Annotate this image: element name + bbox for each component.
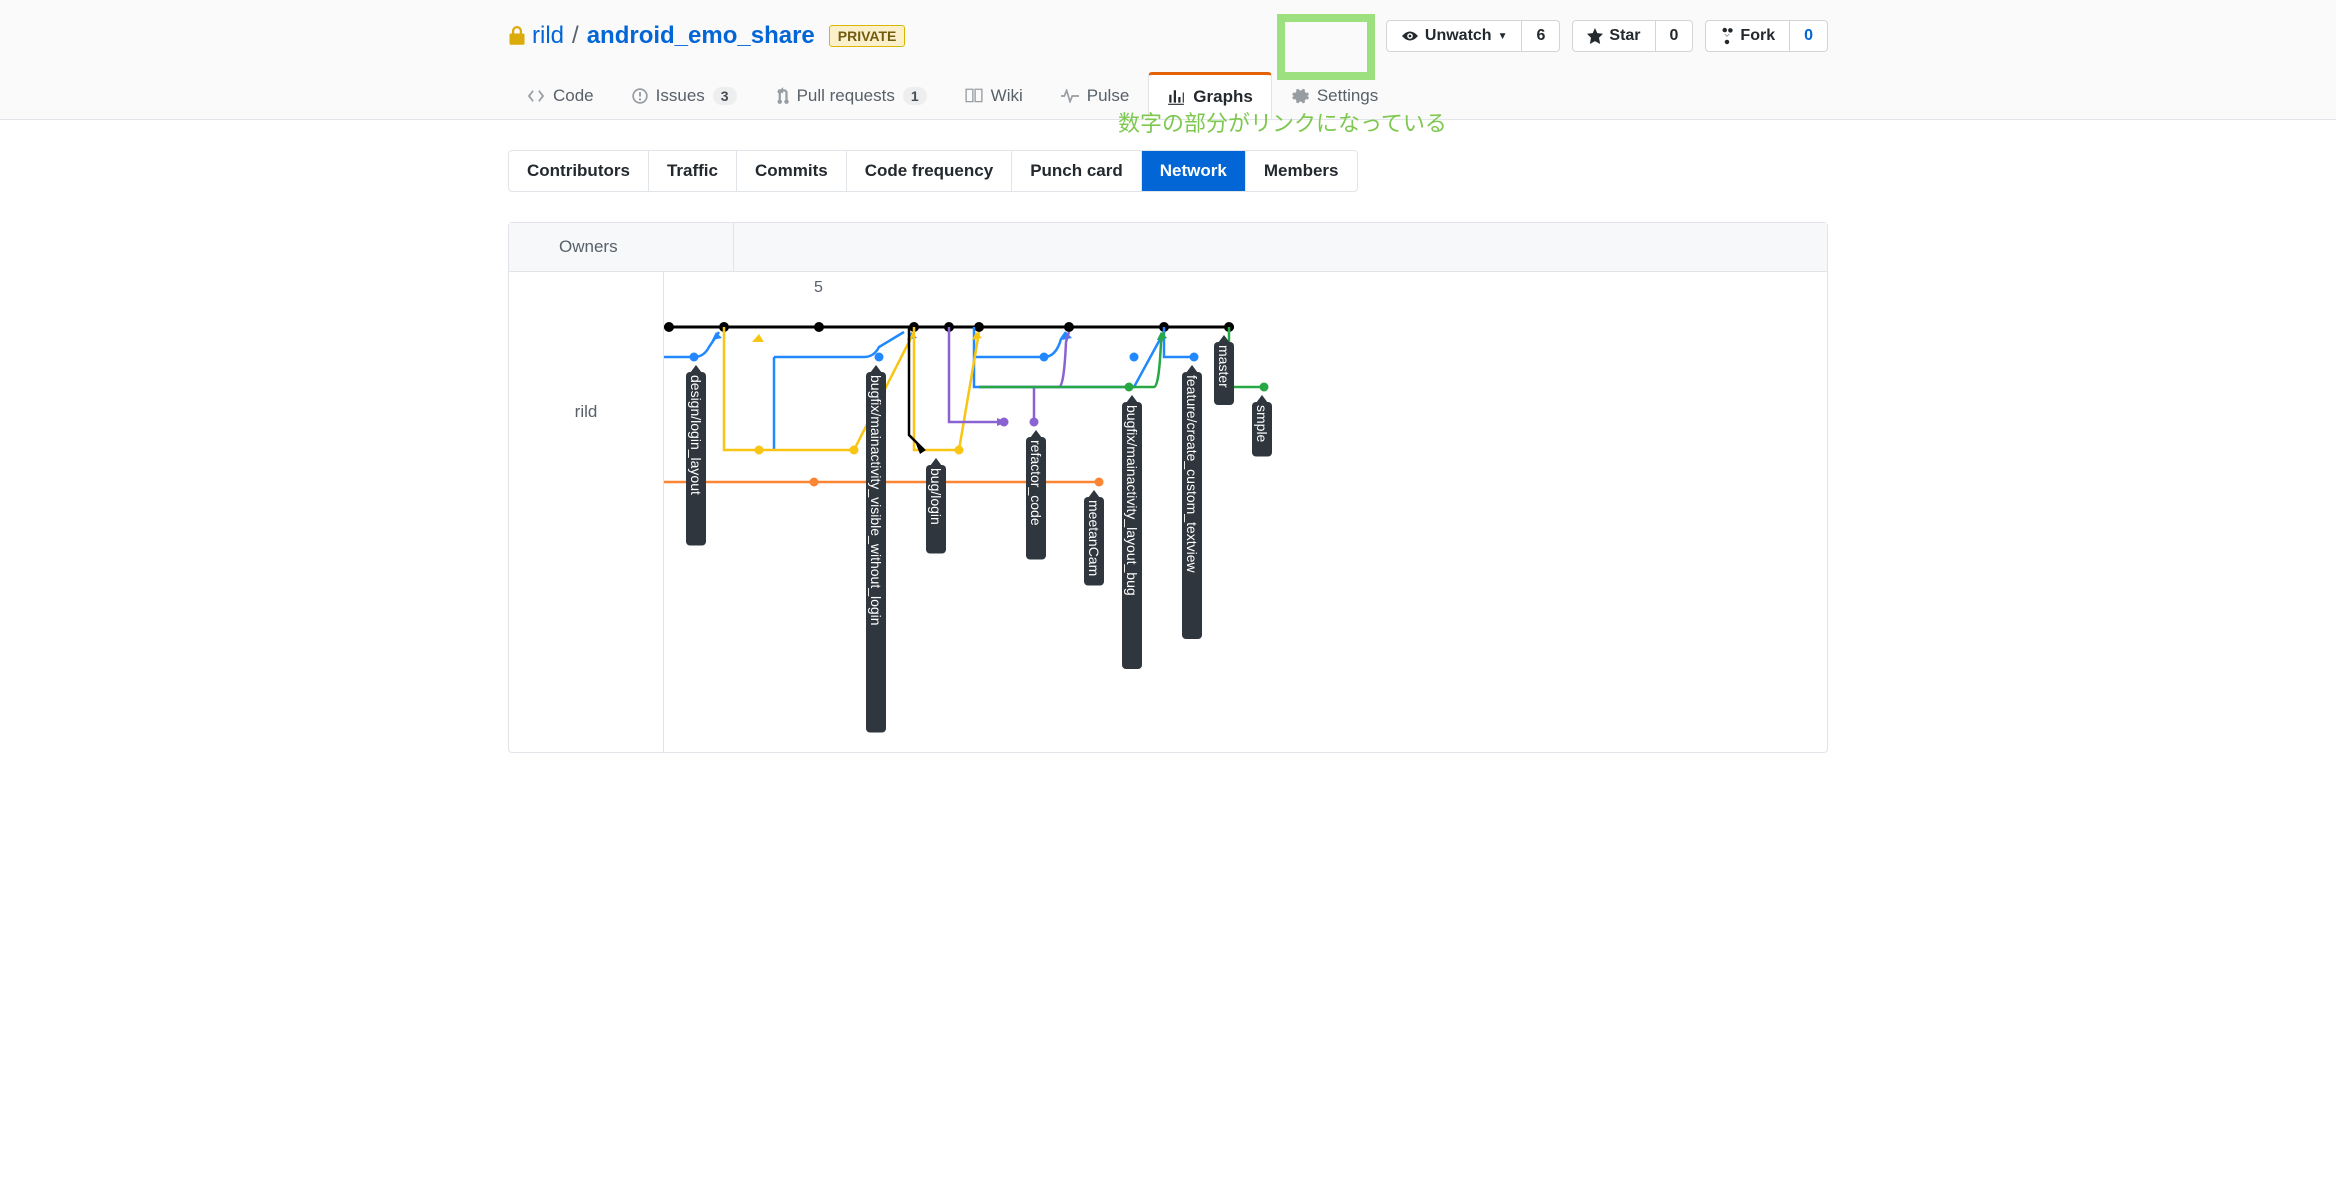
fork-label: Fork <box>1740 27 1775 45</box>
subnav-punchcard[interactable]: Punch card <box>1012 151 1142 191</box>
tab-code[interactable]: Code <box>508 72 613 119</box>
svg-text:bug/login: bug/login <box>928 468 944 525</box>
tab-wiki[interactable]: Wiki <box>946 72 1042 119</box>
unwatch-button[interactable]: Unwatch ▼ <box>1386 20 1523 52</box>
tab-pulls-label: Pull requests <box>797 86 895 106</box>
annotation-text: 数字の部分がリンクになっている <box>1118 106 1447 138</box>
unwatch-label: Unwatch <box>1425 27 1492 45</box>
svg-text:master: master <box>1216 345 1232 388</box>
watch-count[interactable]: 6 <box>1522 20 1560 52</box>
repo-actions: Unwatch ▼ 6 Star 0 Fork <box>1386 20 1828 52</box>
graph-icon <box>1167 88 1185 106</box>
fork-button[interactable]: Fork <box>1705 20 1790 52</box>
repo-name-link[interactable]: android_emo_share <box>587 22 815 50</box>
tab-settings-label: Settings <box>1317 86 1378 106</box>
owner-name: rild <box>575 402 598 421</box>
panel-header: Owners <box>509 223 1827 272</box>
eye-icon <box>1401 29 1419 43</box>
pulls-count: 1 <box>903 87 927 105</box>
pr-icon <box>775 87 789 105</box>
privacy-badge: PRIVATE <box>829 25 906 47</box>
svg-text:design/login_layout: design/login_layout <box>688 375 704 495</box>
svg-text:bugfix/mainactivity_layout_bug: bugfix/mainactivity_layout_bug <box>1124 405 1140 596</box>
owners-header-label: Owners <box>559 237 618 256</box>
book-icon <box>965 88 983 104</box>
tab-pulse-label: Pulse <box>1087 86 1130 106</box>
star-count[interactable]: 0 <box>1656 20 1694 52</box>
tab-pulls[interactable]: Pull requests 1 <box>756 72 946 119</box>
repo-owner-link[interactable]: rild <box>532 22 564 50</box>
repo-title: rild / android_emo_share PRIVATE <box>508 22 905 50</box>
subnav-members[interactable]: Members <box>1246 151 1357 191</box>
code-icon <box>527 89 545 103</box>
subnav-commits[interactable]: Commits <box>737 151 847 191</box>
star-icon <box>1587 28 1603 44</box>
pulse-icon <box>1061 89 1079 103</box>
repo-separator: / <box>572 22 579 50</box>
network-panel: Owners rild 5 design/login_layout bugfix/m… <box>508 222 1828 753</box>
subnav-network[interactable]: Network <box>1142 151 1246 191</box>
svg-text:smple: smple <box>1254 405 1270 443</box>
tab-code-label: Code <box>553 86 594 106</box>
subnav-contributors[interactable]: Contributors <box>509 151 649 191</box>
lock-icon <box>508 26 526 46</box>
graphs-subnav: Contributors Traffic Commits Code freque… <box>508 150 1358 192</box>
caret-down-icon: ▼ <box>1498 31 1508 42</box>
svg-text:meetanCam: meetanCam <box>1086 500 1102 576</box>
annotation-highlight <box>1277 14 1375 80</box>
tab-issues-label: Issues <box>656 86 705 106</box>
star-button[interactable]: Star <box>1572 20 1655 52</box>
star-label: Star <box>1609 27 1640 45</box>
network-graph[interactable]: 5 design/login_layout bugfix/mainactivity_… <box>664 272 1827 752</box>
issues-count: 3 <box>713 87 737 105</box>
tab-graphs-label: Graphs <box>1193 87 1253 107</box>
fork-count[interactable]: 0 <box>1790 20 1828 52</box>
svg-text:feature/create_custom_textview: feature/create_custom_textview <box>1184 375 1200 574</box>
subnav-codefreq[interactable]: Code frequency <box>847 151 1012 191</box>
tab-issues[interactable]: Issues 3 <box>613 72 756 119</box>
svg-text:bugfix/mainactivity_visible_wi: bugfix/mainactivity_visible_without_logi… <box>868 375 884 626</box>
tab-wiki-label: Wiki <box>991 86 1023 106</box>
subnav-traffic[interactable]: Traffic <box>649 151 737 191</box>
svg-text:refactor_code: refactor_code <box>1028 440 1044 526</box>
issue-icon <box>632 88 648 104</box>
fork-icon <box>1720 27 1734 45</box>
svg-text:5: 5 <box>814 279 823 296</box>
gear-icon <box>1291 87 1309 105</box>
graph-owners-column: rild <box>509 272 664 752</box>
